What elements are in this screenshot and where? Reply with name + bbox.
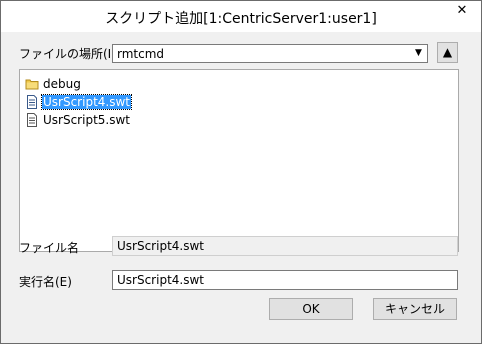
list-item-label: debug: [43, 77, 81, 91]
document-icon: [25, 113, 39, 127]
document-icon: [25, 95, 39, 109]
list-item-folder-debug[interactable]: debug: [25, 76, 82, 92]
filename-field: UsrScript4.swt: [112, 236, 458, 256]
folder-icon: [25, 77, 39, 91]
list-item-label: UsrScript4.swt: [41, 94, 132, 110]
list-item-file-usrscript5[interactable]: UsrScript5.swt: [25, 112, 131, 128]
up-folder-button[interactable]: ▲: [437, 42, 458, 63]
look-in-dropdown[interactable]: rmtcmd ▼: [112, 44, 428, 63]
look-in-label: ファイルの場所(I): [19, 47, 116, 61]
list-item-file-usrscript4[interactable]: UsrScript4.swt: [25, 94, 132, 110]
exec-name-label: 実行名(E): [19, 275, 72, 289]
close-button[interactable]: ✕: [443, 1, 481, 21]
exec-name-value: UsrScript4.swt: [117, 273, 204, 287]
cancel-button[interactable]: キャンセル: [373, 298, 457, 320]
dialog-content: ファイルの場所(I) rmtcmd ▼ ▲ debug UsrScript4.s…: [1, 32, 481, 343]
arrow-up-icon: ▲: [442, 45, 453, 59]
ok-button[interactable]: OK: [269, 298, 353, 320]
look-in-value: rmtcmd: [117, 47, 165, 61]
close-icon: ✕: [456, 3, 468, 18]
file-list[interactable]: debug UsrScript4.swt UsrScript5.swt: [19, 69, 459, 252]
title-bar: スクリプト追加[1:CentricServer1:user1] ✕: [1, 1, 481, 32]
dialog-window: スクリプト追加[1:CentricServer1:user1] ✕ ファイルの場…: [0, 0, 482, 344]
filename-label: ファイル名: [19, 241, 80, 255]
exec-name-input[interactable]: UsrScript4.swt: [112, 270, 458, 290]
list-item-label: UsrScript5.swt: [43, 113, 130, 127]
window-title: スクリプト追加[1:CentricServer1:user1]: [105, 11, 377, 27]
chevron-down-icon[interactable]: ▼: [410, 45, 427, 62]
filename-value: UsrScript4.swt: [117, 239, 204, 253]
